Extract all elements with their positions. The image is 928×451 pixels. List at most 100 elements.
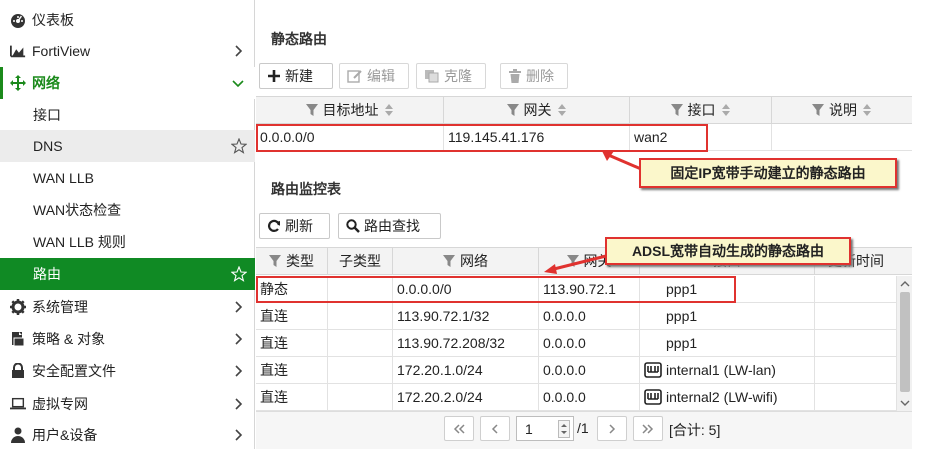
table-row[interactable]: 直连 172.20.1.0/24 0.0.0.0 internal1 (LW-l… xyxy=(256,357,896,384)
column-label: 网关 xyxy=(523,102,552,118)
sort-icon xyxy=(384,104,393,116)
edit-button[interactable]: 编辑 xyxy=(339,63,409,89)
cell-subtype xyxy=(328,357,393,383)
sidebar-item-network[interactable]: 网络 xyxy=(0,67,255,99)
lock-icon xyxy=(10,363,26,379)
sidebar-item-security-profiles[interactable]: 安全配置文件 xyxy=(0,355,255,387)
cell-network: 113.90.72.208/32 xyxy=(393,330,539,356)
cell-destination: 0.0.0.0/0 xyxy=(256,124,444,150)
sidebar-item-wan-health-check[interactable]: WAN状态检查 xyxy=(0,194,255,226)
sidebar-item-label: 路由 xyxy=(33,266,61,282)
scrollbar-thumb[interactable] xyxy=(900,292,910,392)
cell-interface: ppp1 xyxy=(640,330,815,356)
sidebar-item-label: 接口 xyxy=(33,107,61,123)
scroll-up-icon[interactable] xyxy=(897,278,913,290)
cell-network: 113.90.72.1/32 xyxy=(393,303,539,329)
delete-button[interactable]: 删除 xyxy=(500,63,568,89)
static-route-grid-header: 目标地址 网关 接口 说明 xyxy=(256,96,912,124)
table-row[interactable]: 0.0.0.0/0 119.145.41.176 wan2 xyxy=(256,124,912,151)
policy-icon xyxy=(10,331,26,347)
chevron-right-icon xyxy=(235,398,243,410)
refresh-button-label: 刷新 xyxy=(285,218,313,234)
laptop-icon xyxy=(10,396,26,412)
plus-icon xyxy=(268,70,280,82)
spinner-icon[interactable] xyxy=(558,420,570,438)
table-row[interactable]: 直连 113.90.72.1/32 0.0.0.0 ppp1 xyxy=(256,303,896,330)
sidebar: 仪表板 FortiView 网络 接口 DNS WAN LLB WAN状态检查 … xyxy=(0,0,255,449)
star-icon[interactable] xyxy=(231,138,247,154)
table-row[interactable]: 静态 0.0.0.0/0 113.90.72.1 ppp1 xyxy=(256,276,896,303)
sidebar-item-fortiview[interactable]: FortiView xyxy=(0,35,255,67)
cell-update-time xyxy=(815,303,896,329)
column-header-interface[interactable]: 接口 xyxy=(630,97,772,123)
sidebar-item-label: 安全配置文件 xyxy=(32,363,116,379)
table-scrollbar[interactable] xyxy=(896,276,912,411)
new-button[interactable]: 新建 xyxy=(259,63,333,89)
column-header-network[interactable]: 网络 xyxy=(393,248,539,274)
refresh-button[interactable]: 刷新 xyxy=(259,213,330,239)
route-lookup-button[interactable]: 路由查找 xyxy=(338,213,441,239)
column-header-destination[interactable]: 目标地址 xyxy=(256,97,444,123)
cell-interface: ppp1 xyxy=(640,303,815,329)
sidebar-item-dns[interactable]: DNS xyxy=(0,130,255,162)
cell-update-time xyxy=(815,276,896,302)
cell-interface: ppp1 xyxy=(640,276,815,302)
dashboard-icon xyxy=(10,12,26,28)
cell-type: 静态 xyxy=(256,276,328,302)
fortiview-icon xyxy=(10,43,26,59)
cell-network: 0.0.0.0/0 xyxy=(393,276,539,302)
column-label: 网络 xyxy=(460,253,488,269)
cell-network: 172.20.1.0/24 xyxy=(393,357,539,383)
chevron-right-icon xyxy=(235,45,243,57)
sidebar-item-routing[interactable]: 路由 xyxy=(0,258,255,290)
column-header-subtype[interactable]: 子类型 xyxy=(328,248,393,274)
table-row[interactable]: 直连 113.90.72.208/32 0.0.0.0 ppp1 xyxy=(256,330,896,357)
new-button-label: 新建 xyxy=(285,68,313,84)
callout-adsl-route: ADSL宽带自动生成的静态路由 xyxy=(605,237,851,265)
sidebar-item-system[interactable]: 系统管理 xyxy=(0,291,255,323)
cell-interface-label: internal1 (LW-lan) xyxy=(666,362,776,378)
cell-update-time xyxy=(815,384,896,410)
clone-button[interactable]: 克隆 xyxy=(416,63,486,89)
sort-icon xyxy=(721,104,730,116)
sidebar-item-policy-objects[interactable]: 策略 & 对象 xyxy=(0,323,255,355)
sidebar-item-vpn[interactable]: 虚拟专网 xyxy=(0,388,255,420)
next-page-button[interactable] xyxy=(597,416,627,441)
table-row[interactable]: 直连 172.20.2.0/24 0.0.0.0 internal2 (LW-w… xyxy=(256,384,896,411)
gear-icon xyxy=(10,299,26,315)
cell-type: 直连 xyxy=(256,330,328,356)
last-page-button[interactable] xyxy=(633,416,663,441)
first-page-button[interactable] xyxy=(444,416,474,441)
scroll-down-icon[interactable] xyxy=(897,397,913,409)
cell-gateway: 113.90.72.1 xyxy=(539,276,640,302)
sidebar-item-dashboard[interactable]: 仪表板 xyxy=(0,4,255,36)
filter-icon xyxy=(305,104,318,116)
sort-icon xyxy=(557,104,566,116)
double-chevron-left-icon xyxy=(453,423,465,434)
chevron-right-icon xyxy=(235,301,243,313)
column-header-type[interactable]: 类型 xyxy=(256,248,328,274)
route-monitor-title: 路由监控表 xyxy=(271,181,341,197)
static-route-title: 静态路由 xyxy=(271,31,327,47)
page-number-input[interactable]: 1 xyxy=(516,416,574,441)
filter-icon xyxy=(506,104,519,116)
sidebar-item-wan-llb[interactable]: WAN LLB xyxy=(0,162,255,194)
cell-subtype xyxy=(328,384,393,410)
cell-interface: wan2 xyxy=(630,124,772,150)
record-count: [合计: 5] xyxy=(669,422,721,438)
column-header-comments[interactable]: 说明 xyxy=(772,97,912,123)
star-icon[interactable] xyxy=(231,266,247,282)
page-total: /1 xyxy=(577,420,589,436)
trash-icon xyxy=(509,69,521,83)
cell-update-time xyxy=(815,330,896,356)
sidebar-item-wan-llb-rules[interactable]: WAN LLB 规则 xyxy=(0,226,255,258)
search-icon xyxy=(346,219,360,233)
cell-gateway: 0.0.0.0 xyxy=(539,384,640,410)
sidebar-item-user-device[interactable]: 用户&设备 xyxy=(0,419,255,451)
cell-type: 直连 xyxy=(256,384,328,410)
callout-arrow-adsl xyxy=(544,254,607,274)
prev-page-button[interactable] xyxy=(480,416,510,441)
sidebar-item-interfaces[interactable]: 接口 xyxy=(0,99,255,131)
sidebar-item-label: 用户&设备 xyxy=(32,427,98,443)
column-header-gateway[interactable]: 网关 xyxy=(444,97,630,123)
